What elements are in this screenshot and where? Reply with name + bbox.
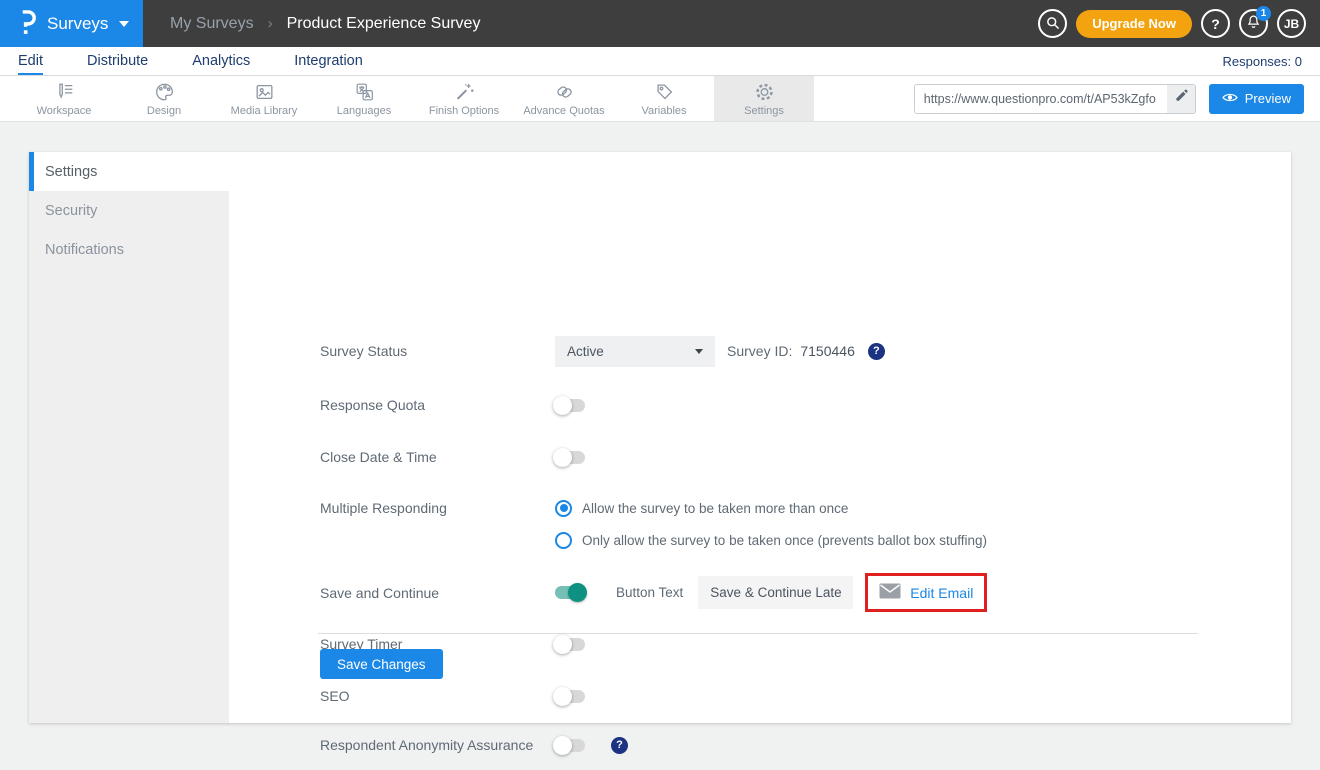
- edit-url-button[interactable]: [1167, 85, 1195, 113]
- response-quota-row: Response Quota: [320, 389, 1251, 421]
- settings-gear-icon: [753, 81, 776, 103]
- languages-icon: [353, 81, 376, 103]
- tab-integration[interactable]: Integration: [294, 47, 363, 75]
- breadcrumb-my-surveys[interactable]: My Surveys: [170, 15, 254, 33]
- advance-quotas-icon: [553, 81, 576, 103]
- notifications-button[interactable]: 1: [1239, 9, 1268, 38]
- survey-id-value: 7150446: [800, 343, 855, 359]
- notification-count-badge: 1: [1256, 6, 1271, 21]
- survey-id-label: Survey ID:: [727, 343, 792, 359]
- media-library-icon: [253, 81, 276, 103]
- avatar[interactable]: JB: [1277, 9, 1306, 38]
- sidebar-item-security[interactable]: Security: [29, 191, 229, 230]
- survey-url-field: [914, 84, 1196, 114]
- sidebar-item-notifications[interactable]: Notifications: [29, 230, 229, 269]
- preview-button[interactable]: Preview: [1209, 84, 1304, 114]
- avatar-initials: JB: [1284, 17, 1299, 31]
- settings-card: Settings Security Notifications Survey S…: [29, 152, 1291, 723]
- brand-label: Surveys: [47, 14, 108, 34]
- form-divider: [318, 633, 1198, 634]
- survey-timer-toggle[interactable]: [555, 638, 585, 651]
- tab-edit[interactable]: Edit: [18, 47, 43, 75]
- edit-email-highlight: Edit Email: [865, 573, 987, 612]
- eye-icon: [1222, 91, 1238, 106]
- top-header: Surveys My Surveys › Product Experience …: [0, 0, 1320, 47]
- seo-toggle[interactable]: [555, 690, 585, 703]
- toolbar-right: Preview: [914, 76, 1320, 121]
- radio-allow-once[interactable]: Only allow the survey to be taken once (…: [555, 524, 987, 556]
- radio-allow-multiple[interactable]: Allow the survey to be taken more than o…: [555, 492, 987, 524]
- help-button[interactable]: ?: [1201, 9, 1230, 38]
- header-actions: Upgrade Now ? 1 JB: [1038, 9, 1320, 38]
- questionpro-logo-icon: [17, 8, 38, 40]
- respondent-anonymity-row: Respondent Anonymity Assurance ?: [320, 729, 1251, 761]
- save-and-continue-label: Save and Continue: [320, 585, 555, 601]
- toolbar-item-settings[interactable]: Settings: [714, 76, 814, 121]
- save-and-continue-row: Save and Continue Button Text Edit Email: [320, 576, 1251, 609]
- save-and-continue-toggle[interactable]: [555, 586, 585, 599]
- tab-distribute[interactable]: Distribute: [87, 47, 148, 75]
- toolbar-item-workspace[interactable]: Workspace: [14, 76, 114, 121]
- variables-icon: [653, 81, 676, 103]
- settings-sidebar: Settings Security Notifications: [29, 152, 229, 723]
- toolbar-item-variables[interactable]: Variables: [614, 76, 714, 121]
- survey-status-row: Survey Status Active Survey ID: 7150446 …: [320, 335, 1251, 367]
- response-quota-toggle[interactable]: [555, 399, 585, 412]
- pencil-icon: [1174, 89, 1188, 108]
- respondent-anonymity-label: Respondent Anonymity Assurance: [320, 737, 555, 753]
- search-icon: [1045, 15, 1060, 33]
- close-date-row: Close Date & Time: [320, 441, 1251, 473]
- responses-count[interactable]: Responses: 0: [1223, 47, 1320, 75]
- seo-label: SEO: [320, 688, 555, 704]
- survey-id-help-icon[interactable]: ?: [868, 343, 885, 360]
- multiple-responding-label: Multiple Responding: [320, 492, 555, 524]
- survey-url-input[interactable]: [915, 85, 1167, 113]
- chevron-down-icon: [695, 349, 703, 354]
- page-title: Product Experience Survey: [287, 15, 481, 33]
- breadcrumb-separator: ›: [268, 15, 273, 32]
- multiple-responding-options: Allow the survey to be taken more than o…: [555, 492, 987, 556]
- workspace-icon: [53, 81, 76, 103]
- response-quota-label: Response Quota: [320, 397, 555, 413]
- toolbar-item-design[interactable]: Design: [114, 76, 214, 121]
- question-mark-icon: ?: [1211, 16, 1220, 32]
- close-date-label: Close Date & Time: [320, 449, 555, 465]
- finish-options-icon: [453, 81, 476, 103]
- multiple-responding-row: Multiple Responding Allow the survey to …: [320, 492, 1251, 556]
- sidebar-item-settings[interactable]: Settings: [29, 152, 229, 191]
- save-changes-button[interactable]: Save Changes: [320, 649, 443, 679]
- survey-status-value: Active: [567, 344, 604, 359]
- toolbar-item-advance-quotas[interactable]: Advance Quotas: [514, 76, 614, 121]
- upgrade-now-button[interactable]: Upgrade Now: [1076, 10, 1192, 38]
- respondent-anonymity-toggle[interactable]: [555, 739, 585, 752]
- close-date-toggle[interactable]: [555, 451, 585, 464]
- seo-row: SEO: [320, 680, 1251, 712]
- radio-selected-icon: [555, 500, 572, 517]
- survey-status-select[interactable]: Active: [555, 336, 715, 367]
- tab-analytics[interactable]: Analytics: [192, 47, 250, 75]
- edit-toolbar: Workspace Design Media Library: [0, 76, 1320, 122]
- settings-form: Survey Status Active Survey ID: 7150446 …: [229, 152, 1291, 723]
- toolbar-item-languages[interactable]: Languages: [314, 76, 414, 121]
- chevron-down-icon: [119, 21, 129, 27]
- button-text-label: Button Text: [616, 585, 683, 600]
- section-tabbar: Edit Distribute Analytics Integration Re…: [0, 47, 1320, 76]
- edit-email-link[interactable]: Edit Email: [910, 585, 973, 601]
- respondent-anonymity-help-icon[interactable]: ?: [611, 737, 628, 754]
- design-icon: [153, 81, 176, 103]
- envelope-icon: [879, 583, 901, 602]
- toolbar-item-finish-options[interactable]: Finish Options: [414, 76, 514, 121]
- breadcrumb: My Surveys › Product Experience Survey: [170, 15, 480, 33]
- search-button[interactable]: [1038, 9, 1067, 38]
- survey-status-label: Survey Status: [320, 343, 555, 359]
- button-text-input[interactable]: [698, 576, 853, 609]
- page-content: Settings Security Notifications Survey S…: [0, 122, 1320, 770]
- surveys-product-switcher[interactable]: Surveys: [0, 0, 143, 47]
- radio-unselected-icon: [555, 532, 572, 549]
- toolbar-item-media-library[interactable]: Media Library: [214, 76, 314, 121]
